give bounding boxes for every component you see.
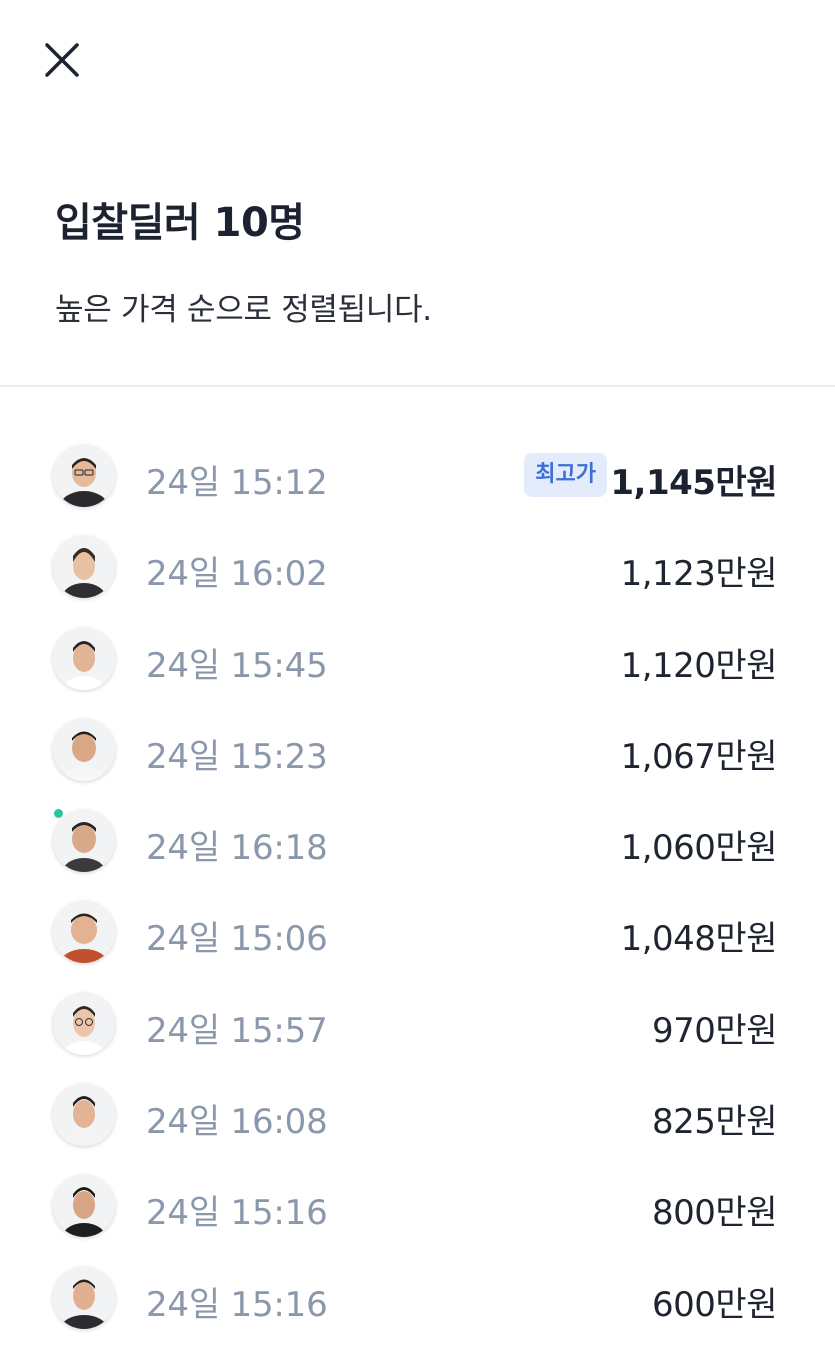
- close-icon: [45, 43, 79, 77]
- dealer-avatar: [53, 445, 115, 507]
- bid-time: 24일 16:18: [146, 828, 328, 869]
- close-button[interactable]: [38, 36, 86, 84]
- bid-row[interactable]: 24일 16:18 1,060만원: [0, 796, 835, 887]
- dealer-avatar: [53, 901, 115, 964]
- dealer-avatar: [53, 627, 115, 690]
- page-title: 입찰딜러 10명: [55, 200, 305, 246]
- bid-row[interactable]: 24일 16:08 825만원: [0, 1070, 835, 1161]
- bidders-sheet: 입찰딜러 10명 높은 가격 순으로 정렬됩니다. 24일 15:12 최고가 …: [0, 0, 835, 1349]
- bid-row[interactable]: 24일 15:16 600만원: [0, 1253, 835, 1344]
- bid-price: 1,048만원: [620, 919, 778, 960]
- bid-row[interactable]: 24일 16:02 1,123만원: [0, 522, 835, 613]
- bid-price: 1,120만원: [620, 645, 778, 686]
- bid-price: 600만원: [652, 1284, 777, 1325]
- bid-price: 970만원: [652, 1010, 777, 1051]
- bid-row[interactable]: 24일 15:45 1,120만원: [0, 614, 835, 705]
- bid-time: 24일 15:16: [146, 1284, 328, 1325]
- online-status-dot: [54, 809, 63, 818]
- bid-price: 1,145만원: [610, 463, 777, 503]
- dealer-avatar: [53, 810, 115, 873]
- bid-row[interactable]: 24일 15:12 최고가 1,145만원: [0, 431, 835, 522]
- sort-description: 높은 가격 순으로 정렬됩니다.: [55, 292, 432, 328]
- bid-price: 1,067만원: [620, 736, 778, 777]
- bid-time: 24일 15:45: [146, 645, 328, 686]
- bid-time: 24일 15:23: [146, 736, 328, 777]
- bid-row[interactable]: 24일 15:57 970만원: [0, 979, 835, 1070]
- dealer-avatar: [53, 992, 115, 1055]
- divider: [0, 385, 835, 387]
- bid-price: 800만원: [652, 1193, 777, 1234]
- dealer-avatar: [53, 718, 115, 781]
- dealer-avatar: [53, 1175, 115, 1238]
- bid-time: 24일 15:12: [146, 463, 328, 503]
- bid-row[interactable]: 24일 15:16 800만원: [0, 1161, 835, 1252]
- bid-time: 24일 16:08: [146, 1102, 328, 1143]
- bid-time: 24일 15:57: [146, 1010, 328, 1051]
- dealer-avatar: [53, 1266, 115, 1329]
- bid-row[interactable]: 24일 15:23 1,067만원: [0, 705, 835, 796]
- bid-time: 24일 15:06: [146, 919, 328, 960]
- bid-list: 24일 15:12 최고가 1,145만원 24일 16:02 1,123만원: [0, 431, 835, 1344]
- bid-price: 825만원: [652, 1102, 777, 1143]
- highest-price-badge: 최고가: [524, 453, 607, 497]
- dealer-avatar: [53, 536, 115, 599]
- bid-row[interactable]: 24일 15:06 1,048만원: [0, 887, 835, 978]
- bid-price: 1,123만원: [620, 554, 778, 595]
- dealer-avatar: [53, 1084, 115, 1147]
- bid-time: 24일 16:02: [146, 554, 328, 595]
- bid-time: 24일 15:16: [146, 1193, 328, 1234]
- bid-price: 1,060만원: [620, 828, 778, 869]
